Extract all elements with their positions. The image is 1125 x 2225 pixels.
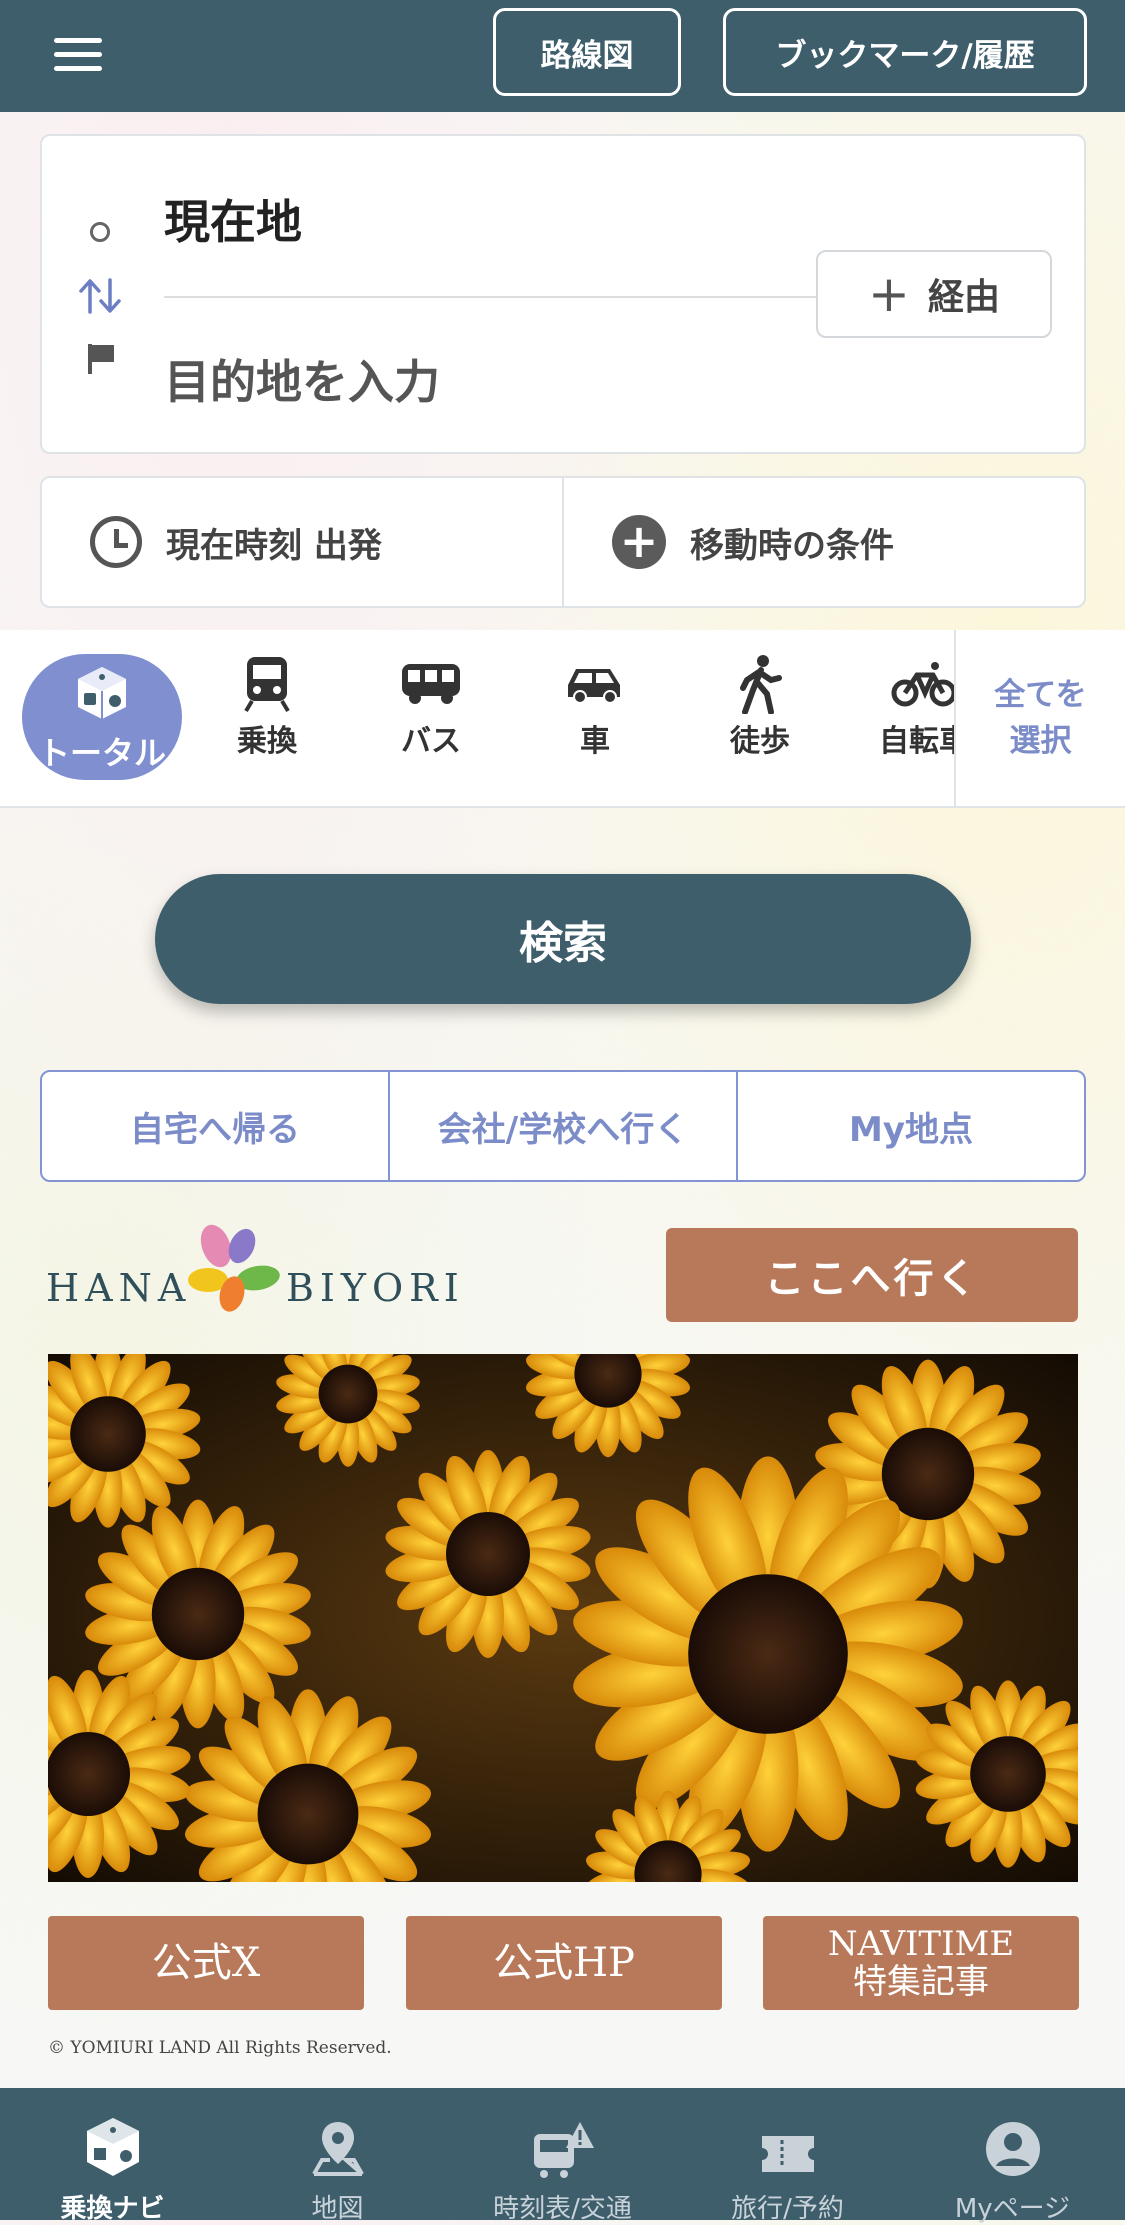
logo-text-right: BIYORI bbox=[286, 1266, 465, 1310]
travel-conditions-label: 移動時の条件 bbox=[690, 525, 894, 566]
sunflower-photo bbox=[48, 1354, 1078, 1882]
divider bbox=[164, 296, 864, 298]
ticket-icon bbox=[761, 2136, 814, 2172]
mode-label: バス bbox=[401, 724, 461, 759]
copyright-text: © YOMIURI LAND All Rights Reserved. bbox=[48, 2038, 392, 2058]
quick-links: 自宅へ帰る 会社/学校へ行く My地点 bbox=[40, 1070, 1086, 1182]
clock-icon bbox=[90, 516, 142, 568]
timetable-icon bbox=[533, 2122, 594, 2178]
go-work-school-button[interactable]: 会社/学校へ行く bbox=[388, 1072, 736, 1180]
hana-biyori-logo: HANA BIYORI bbox=[46, 1222, 466, 1322]
walk-icon bbox=[740, 655, 782, 714]
hamburger-menu-icon[interactable] bbox=[54, 38, 102, 72]
official-hp-button[interactable]: 公式HP bbox=[406, 1916, 722, 2010]
departure-time-button[interactable]: 現在時刻 出発 bbox=[42, 478, 562, 606]
nav-map[interactable]: 地図 bbox=[225, 2088, 450, 2224]
mode-bicycle[interactable]: 自転車 bbox=[854, 652, 954, 782]
my-places-button[interactable]: My地点 bbox=[736, 1072, 1084, 1180]
mode-scroll-area[interactable]: トータル 乗換 バス 車 徒歩 自転 bbox=[0, 630, 954, 806]
conditions-row: 現在時刻 出発 + 移動時の条件 bbox=[40, 476, 1086, 608]
official-x-button[interactable]: 公式X bbox=[48, 1916, 364, 2010]
bookmark-history-button[interactable]: ブックマーク/履歴 bbox=[723, 8, 1087, 96]
select-all-modes-button[interactable]: 全てを選択 bbox=[954, 630, 1125, 806]
origin-circle-icon bbox=[90, 222, 110, 242]
flag-icon bbox=[88, 344, 114, 374]
train-icon bbox=[244, 657, 290, 713]
nav-label: 旅行/予約 bbox=[731, 2194, 844, 2224]
bicycle-icon bbox=[891, 662, 954, 707]
bottom-navigation: 乗換ナビ 地図 時刻表/交通 旅行/予約 Myページ bbox=[0, 2088, 1125, 2224]
nav-label: 時刻表/交通 bbox=[493, 2194, 632, 2224]
mode-label: トータル bbox=[37, 734, 166, 772]
via-label: 経由 bbox=[927, 277, 1000, 318]
sunflower-banner-image[interactable] bbox=[48, 1354, 1078, 1882]
add-via-button[interactable]: + 経由 bbox=[816, 250, 1052, 338]
logo-text-left: HANA bbox=[46, 1266, 192, 1310]
nav-my-page[interactable]: Myページ bbox=[900, 2088, 1125, 2224]
mode-label: 車 bbox=[580, 724, 610, 759]
flower-logo-icon bbox=[188, 1224, 280, 1312]
swap-arrows-icon[interactable] bbox=[76, 276, 126, 316]
top-bar: 路線図 ブックマーク/履歴 bbox=[0, 0, 1125, 112]
navitime-feature-button[interactable]: NAVITIME 特集記事 bbox=[763, 1916, 1079, 2010]
departure-time-label: 現在時刻 出発 bbox=[166, 525, 382, 566]
mode-walk[interactable]: 徒歩 bbox=[690, 652, 830, 782]
mode-bus[interactable]: バス bbox=[361, 652, 501, 782]
origin-field[interactable]: 現在地 bbox=[164, 186, 302, 252]
mode-transit[interactable]: 乗換 bbox=[197, 652, 337, 782]
nav-travel-booking[interactable]: 旅行/予約 bbox=[675, 2088, 900, 2224]
route-map-button[interactable]: 路線図 bbox=[493, 8, 681, 96]
mode-label: 乗換 bbox=[237, 724, 297, 759]
mode-car[interactable]: 車 bbox=[525, 652, 665, 782]
search-button[interactable]: 検索 bbox=[155, 874, 971, 1004]
go-home-button[interactable]: 自宅へ帰る bbox=[42, 1072, 388, 1180]
map-icon bbox=[311, 2122, 364, 2176]
travel-conditions-button[interactable]: + 移動時の条件 bbox=[562, 478, 1084, 606]
destination-input[interactable]: 目的地を入力 bbox=[164, 346, 440, 412]
go-here-button[interactable]: ここへ行く bbox=[666, 1228, 1078, 1322]
nav-transit-navi[interactable]: 乗換ナビ bbox=[0, 2088, 225, 2224]
feature-article-label: 特集記事 bbox=[853, 1962, 989, 2002]
transit-navi-icon bbox=[86, 2118, 139, 2176]
nav-timetable[interactable]: 時刻表/交通 bbox=[450, 2088, 675, 2224]
nav-label: Myページ bbox=[954, 2194, 1071, 2224]
account-icon bbox=[985, 2122, 1040, 2176]
bus-icon bbox=[402, 664, 460, 704]
mode-label: 自転車 bbox=[879, 724, 954, 759]
mode-label: 徒歩 bbox=[730, 724, 790, 759]
route-search-card: 現在地 目的地を入力 + 経由 bbox=[40, 134, 1086, 454]
navitime-label: NAVITIME bbox=[827, 1924, 1015, 1964]
mode-total[interactable]: トータル bbox=[22, 654, 182, 780]
car-icon bbox=[568, 669, 620, 704]
nav-label: 乗換ナビ bbox=[60, 2194, 165, 2224]
nav-label: 地図 bbox=[311, 2194, 364, 2224]
plus-icon: + bbox=[868, 265, 910, 323]
total-icon bbox=[78, 667, 126, 719]
plus-circle-icon: + bbox=[612, 515, 666, 569]
transport-mode-bar: トータル 乗換 バス 車 徒歩 自転 全てを選択 bbox=[0, 630, 1125, 808]
